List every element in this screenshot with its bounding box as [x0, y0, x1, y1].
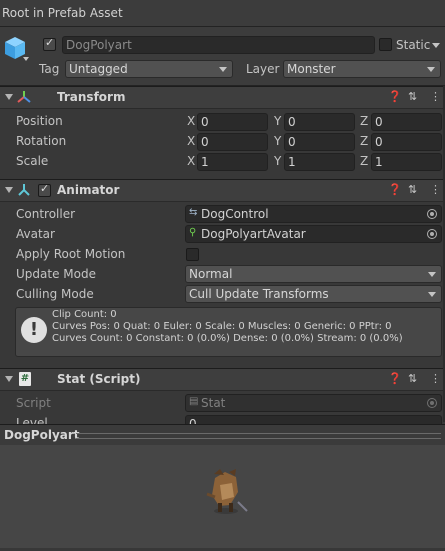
kebab-menu-icon[interactable]: ⋮: [430, 90, 441, 103]
help-icon[interactable]: ❓: [388, 372, 402, 385]
window-title: Root in Prefab Asset: [2, 6, 123, 20]
preview-header[interactable]: DogPolyart: [0, 424, 445, 446]
culling-mode-dropdown[interactable]: Cull Update Transforms: [185, 285, 442, 303]
position-y-field[interactable]: 0: [284, 113, 355, 131]
preset-icon[interactable]: ⇅: [408, 183, 417, 196]
preview-drag-handle[interactable]: [76, 433, 441, 439]
dog-model-preview: [206, 469, 248, 514]
axis-y-label[interactable]: Y: [274, 114, 281, 128]
info-line: Curves Pos: 0 Quat: 0 Euler: 0 Scale: 0 …: [52, 321, 392, 332]
transform-header[interactable]: Transform ❓ ⇅ ⋮: [0, 86, 445, 109]
kebab-menu-icon[interactable]: ⋮: [430, 183, 441, 196]
gameobject-name-field[interactable]: DogPolyart: [62, 36, 375, 54]
level-label: Level: [16, 416, 48, 424]
animator-controller-icon: ⇆: [189, 207, 198, 218]
static-label: Static: [396, 38, 431, 52]
animator-header[interactable]: Animator ❓ ⇅ ⋮: [0, 179, 445, 202]
preset-icon[interactable]: ⇅: [408, 90, 417, 103]
script-file-icon: ▤: [189, 396, 199, 407]
info-exclamation-icon: !: [21, 317, 47, 343]
axis-z-label[interactable]: Z: [360, 154, 368, 168]
avatar-icon: ⚲: [189, 227, 197, 238]
animator-title: Animator: [57, 183, 120, 197]
axis-y-label[interactable]: Y: [274, 154, 281, 168]
rotation-z-field[interactable]: 0: [371, 133, 442, 151]
gameobject-header: DogPolyart Static Tag Untagged Layer Mon…: [0, 27, 445, 86]
chevron-down-icon: [428, 272, 436, 277]
controller-field[interactable]: ⇆ DogControl: [185, 205, 442, 223]
animator-icon: [17, 183, 31, 197]
axis-x-label[interactable]: X: [187, 134, 195, 148]
axis-x-label[interactable]: X: [187, 114, 195, 128]
stat-title: Stat (Script): [57, 372, 141, 386]
position-x-field[interactable]: 0: [197, 113, 268, 131]
kebab-menu-icon[interactable]: ⋮: [430, 372, 441, 385]
tag-label: Tag: [39, 62, 60, 76]
layer-dropdown[interactable]: Monster: [283, 60, 441, 78]
tag-dropdown[interactable]: Untagged: [65, 60, 233, 78]
rotation-y-field[interactable]: 0: [284, 133, 355, 151]
scale-x-field[interactable]: 1: [197, 153, 268, 171]
controller-label: Controller: [16, 207, 76, 221]
info-line: Curves Count: 0 Constant: 0 (0.0%) Dense…: [52, 333, 403, 344]
axis-y-label[interactable]: Y: [274, 134, 281, 148]
rotation-x-field[interactable]: 0: [197, 133, 268, 151]
apply-root-motion-label: Apply Root Motion: [16, 247, 126, 261]
avatar-label: Avatar: [16, 227, 55, 241]
axis-z-label[interactable]: Z: [360, 114, 368, 128]
transform-title: Transform: [57, 90, 126, 104]
stat-body: Script ▤ Stat Level 0: [0, 390, 445, 424]
level-field[interactable]: 0: [185, 415, 442, 424]
active-checkbox[interactable]: [43, 36, 56, 51]
transform-axes-icon: [17, 90, 31, 104]
foldout-arrow-icon[interactable]: [5, 94, 13, 100]
chevron-down-icon: [219, 67, 227, 72]
foldout-arrow-icon[interactable]: [5, 187, 13, 193]
position-z-field[interactable]: 0: [371, 113, 442, 131]
script-label: Script: [16, 396, 51, 410]
foldout-arrow-icon[interactable]: [5, 376, 13, 382]
window-title-bar: Root in Prefab Asset: [0, 0, 445, 27]
chevron-down-icon: [427, 67, 435, 72]
rotation-label: Rotation: [16, 134, 67, 148]
object-picker-icon[interactable]: [427, 229, 437, 239]
position-label: Position: [16, 114, 63, 128]
chevron-down-icon: [428, 292, 436, 297]
static-dropdown-arrow[interactable]: [432, 43, 440, 48]
update-mode-label: Update Mode: [16, 267, 96, 281]
animator-info-helpbox: ! Clip Count: 0 Curves Pos: 0 Quat: 0 Eu…: [15, 307, 442, 357]
stat-script-header[interactable]: # Stat (Script) ❓ ⇅ ⋮: [0, 368, 445, 391]
script-field: ▤ Stat: [185, 394, 442, 412]
model-preview[interactable]: [0, 445, 445, 548]
info-line: Clip Count: 0: [52, 309, 117, 320]
help-icon[interactable]: ❓: [388, 90, 402, 103]
icon-dropdown-arrow[interactable]: [23, 57, 29, 61]
preview-title: DogPolyart: [4, 428, 80, 442]
preset-icon[interactable]: ⇅: [408, 372, 417, 385]
object-picker-icon: [427, 398, 437, 408]
scale-y-field[interactable]: 1: [284, 153, 355, 171]
help-icon[interactable]: ❓: [388, 183, 402, 196]
object-picker-icon[interactable]: [427, 209, 437, 219]
animator-enabled-checkbox[interactable]: [38, 182, 51, 197]
axis-z-label[interactable]: Z: [360, 134, 368, 148]
layer-label: Layer: [246, 62, 280, 76]
static-checkbox[interactable]: [379, 38, 392, 51]
apply-root-motion-checkbox[interactable]: [186, 248, 199, 261]
avatar-field[interactable]: ⚲ DogPolyartAvatar: [185, 225, 442, 243]
update-mode-dropdown[interactable]: Normal: [185, 265, 442, 283]
culling-mode-label: Culling Mode: [16, 287, 94, 301]
axis-x-label[interactable]: X: [187, 154, 195, 168]
csharp-script-icon: #: [19, 372, 31, 386]
scale-label: Scale: [16, 154, 49, 168]
scale-z-field[interactable]: 1: [371, 153, 442, 171]
